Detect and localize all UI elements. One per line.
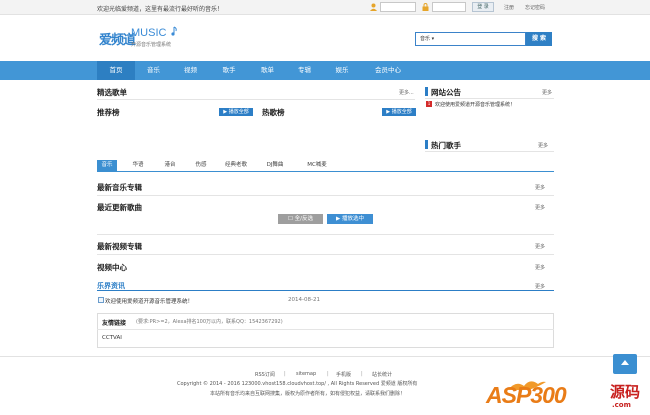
tab-chinese[interactable]: 华语	[126, 160, 150, 171]
recommend-chart-title: 推荐榜	[97, 108, 120, 117]
singers-bar	[425, 140, 428, 149]
copyright-text: Copyright © 2014 - 2016 123000.vhost158.…	[177, 381, 418, 387]
lock-icon	[422, 3, 429, 11]
tab-dj[interactable]: DJ舞曲	[262, 160, 288, 171]
footer-rss-link[interactable]: RSS订阅	[255, 371, 275, 378]
tab-classic[interactable]: 经典老歌	[220, 160, 252, 171]
back-to-top-button[interactable]	[613, 354, 637, 374]
logo-cn-text: 爱频道	[99, 33, 136, 48]
watermark-cn-text: 源码	[610, 383, 641, 401]
divider	[97, 195, 554, 196]
user-icon	[370, 3, 377, 11]
notice-bar	[425, 87, 428, 96]
hot-play-all-button[interactable]: ▶ 播放全部	[382, 108, 416, 116]
recommend-play-all-button[interactable]: ▶ 播放全部	[219, 108, 253, 116]
hot-chart-title: 热歌榜	[262, 108, 285, 117]
divider	[97, 254, 554, 255]
nav-music[interactable]: 音乐	[135, 61, 172, 80]
nav-video[interactable]: 视频	[172, 61, 209, 80]
search-button[interactable]: 搜 索	[526, 32, 552, 46]
nav-singer[interactable]: 歌手	[209, 61, 249, 80]
forgot-password-link[interactable]: 忘记密码	[525, 4, 545, 11]
hot-singers-title: 热门歌手	[431, 141, 461, 150]
logo-subtitle: 开源音乐管理系统	[131, 42, 172, 48]
new-albums-title: 最新音乐专辑	[97, 183, 142, 192]
play-selected-button[interactable]: ▶ 播放选中	[327, 214, 373, 224]
nav-member-center[interactable]: 会员中心	[361, 61, 415, 80]
nav-playlist[interactable]: 歌单	[249, 61, 286, 80]
tab-hk-tw[interactable]: 港台	[158, 160, 182, 171]
footer-sep: |	[284, 371, 286, 377]
tab-music[interactable]: 音乐	[97, 160, 117, 171]
video-center-more[interactable]: 更多	[535, 264, 545, 271]
divider	[97, 234, 554, 235]
notice-more[interactable]: 更多	[542, 89, 552, 96]
logo-en-text: MUSIC	[131, 27, 167, 39]
divider	[97, 329, 554, 330]
new-videos-more[interactable]: 更多	[535, 243, 545, 250]
news-item-date: 2014-08-21	[288, 297, 320, 303]
nav-entertainment[interactable]: 娱乐	[323, 61, 361, 80]
footer-stats-link[interactable]: 站长统计	[372, 371, 392, 378]
tab-mc[interactable]: MC喊麦	[304, 160, 330, 171]
divider	[425, 151, 554, 152]
watermark-url-text: .com	[612, 401, 631, 409]
news-more[interactable]: 更多	[535, 283, 545, 290]
news-doc-icon	[98, 297, 104, 303]
welcome-text: 欢迎光临爱频道，这里有最流行最好听的音乐！	[97, 6, 224, 13]
news-underline	[97, 290, 554, 291]
notice-item[interactable]: 欢迎使用爱频道开源音乐管理系统！	[435, 101, 515, 108]
select-all-button[interactable]: ☐ 全/反选	[278, 214, 323, 224]
username-input[interactable]	[380, 2, 416, 12]
tab-sad[interactable]: 伤感	[189, 160, 213, 171]
search-category-select[interactable]: 音乐 ▾	[420, 35, 434, 42]
notice-title: 网站公告	[431, 88, 461, 97]
footer-sitemap-link[interactable]: sitemap	[296, 371, 316, 377]
footer-sep: |	[327, 371, 329, 377]
music-note-icon	[171, 26, 177, 36]
footer-sep: |	[361, 371, 363, 377]
tab-underline	[97, 171, 554, 172]
friend-links-note: (要求:PR>=2，Alexa排名100万以内，联系QQ：1542367292)	[136, 319, 283, 325]
hot-singers-more[interactable]: 更多	[538, 142, 548, 149]
new-videos-title: 最新视频专辑	[97, 242, 142, 251]
login-button[interactable]: 登 录	[472, 2, 494, 12]
nav-album[interactable]: 专辑	[286, 61, 323, 80]
nav-home[interactable]: 首页	[97, 61, 135, 80]
video-center-title: 视频中心	[97, 263, 127, 272]
footer-mobile-link[interactable]: 手机版	[336, 371, 351, 378]
divider	[97, 99, 415, 100]
register-link[interactable]: 注册	[504, 4, 514, 11]
friend-link-item[interactable]: CCTVAI	[102, 335, 122, 341]
footer-disclaimer: 本站所有音乐均来自互联网搜集，版权为原作者所有，如有侵犯权益，请联系我们删除！	[210, 391, 406, 397]
new-songs-title: 最近更新歌曲	[97, 203, 142, 212]
watermark-asp-text: ASP300	[486, 382, 567, 408]
footer-divider	[0, 356, 650, 357]
divider	[425, 98, 554, 99]
watermark-logo: ASP300 源码 .com	[486, 378, 650, 415]
featured-playlist-title: 精选歌单	[97, 88, 127, 97]
new-albums-more[interactable]: 更多	[535, 184, 545, 191]
news-item-title[interactable]: 欢迎使用爱频道开源音乐管理系统！	[105, 297, 193, 305]
new-songs-more[interactable]: 更多	[535, 204, 545, 211]
password-input[interactable]	[432, 2, 466, 12]
notice-badge: 1	[426, 101, 432, 107]
featured-playlist-more[interactable]: 更多...	[399, 89, 414, 96]
site-logo[interactable]: 爱频道 MUSIC 开源音乐管理系统	[99, 26, 189, 52]
friend-links-title: 友情链接	[102, 320, 127, 327]
